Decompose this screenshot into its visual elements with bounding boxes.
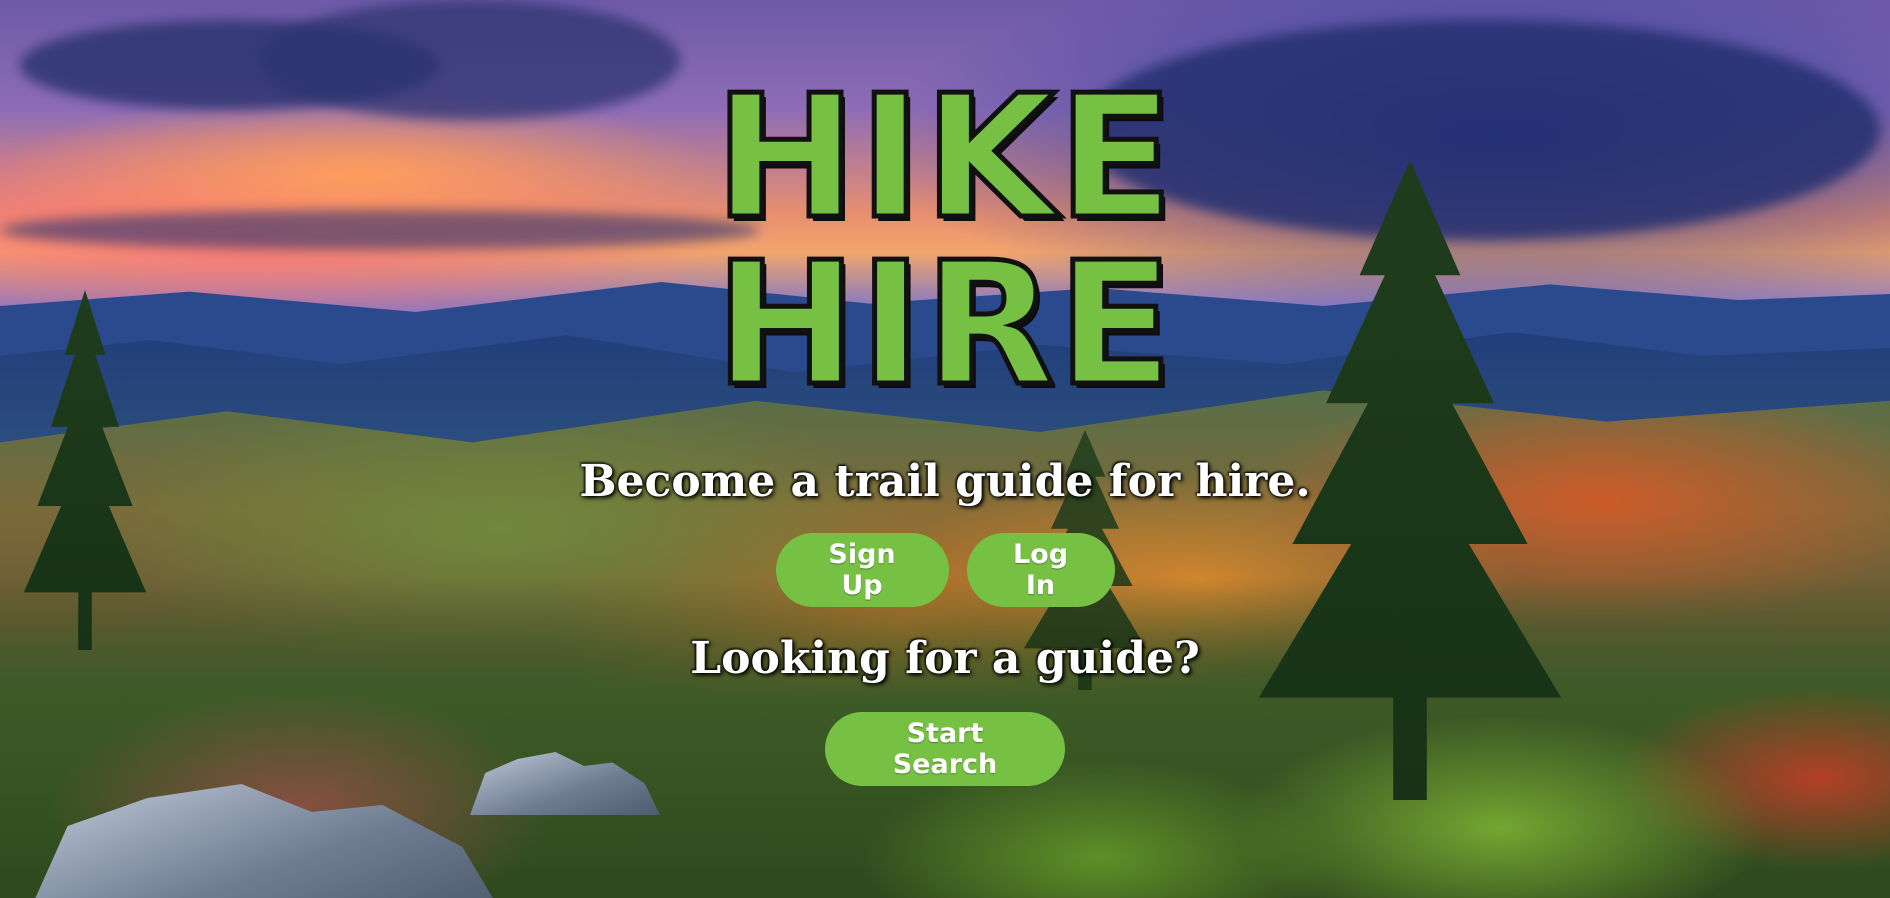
logo-line-1: HiKE (712, 59, 1176, 258)
log-in-button[interactable]: Log In (966, 533, 1115, 607)
hero-section: HiKE HiRE Become a trail guide for hire.… (0, 0, 1890, 898)
hero-tagline: Become a trail guide for hire. (579, 456, 1311, 507)
guide-search-heading: Looking for a guide? (690, 633, 1200, 684)
auth-button-group: Sign Up Log In (775, 533, 1115, 607)
logo-line-2: HiRE (712, 226, 1176, 424)
start-search-button[interactable]: Start Search (825, 712, 1065, 786)
hike-hire-logo: HiKE HiRE (712, 52, 1176, 432)
sign-up-button[interactable]: Sign Up (775, 533, 949, 607)
